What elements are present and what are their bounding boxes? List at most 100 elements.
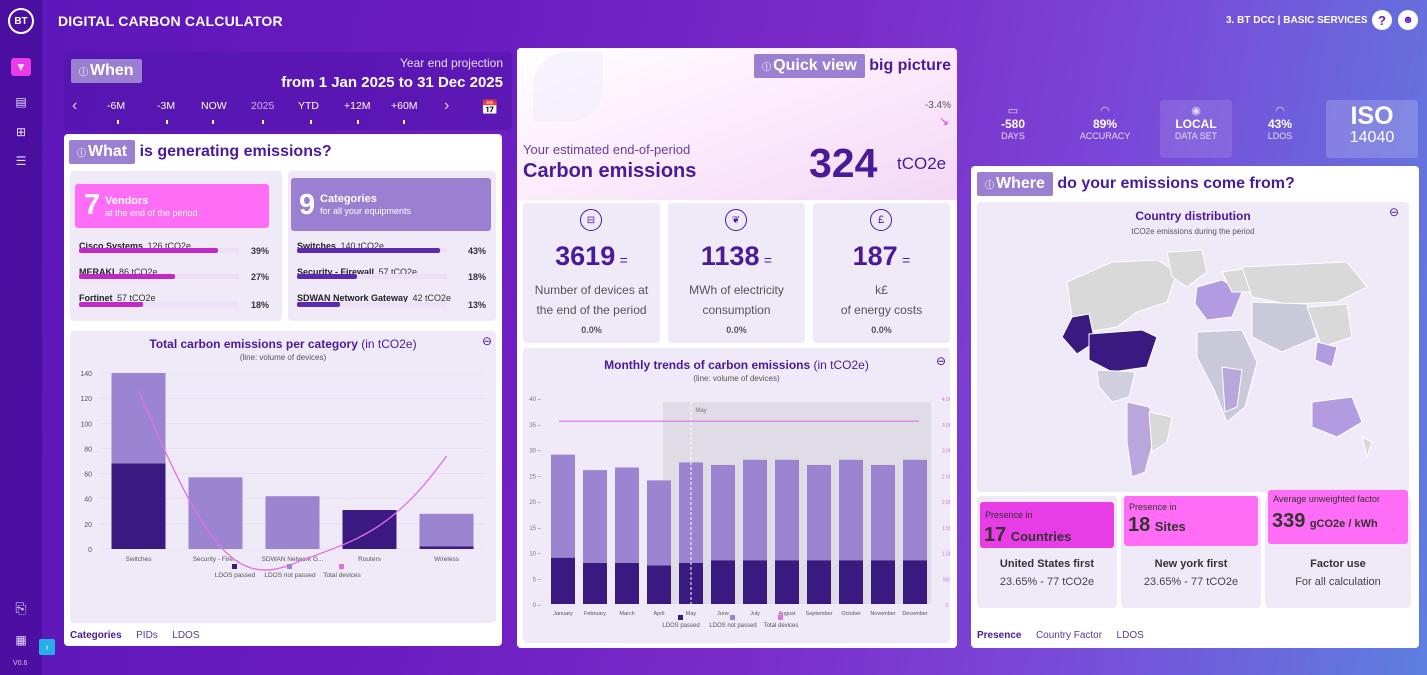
- categories-card[interactable]: 9 Categories for all your equipments Swi…: [288, 171, 496, 321]
- cost-label1: k£: [875, 283, 888, 297]
- timeline-prev-button[interactable]: ‹: [72, 97, 77, 115]
- tab-presence[interactable]: Presence: [977, 630, 1021, 641]
- expand-sidebar-button[interactable]: ›: [39, 639, 55, 655]
- electricity-change: 0.0%: [726, 325, 747, 335]
- emissions-unit: tCO2e: [897, 154, 947, 173]
- timeline-item-active[interactable]: 2025: [251, 100, 274, 112]
- more-options-icon[interactable]: ⊖: [936, 354, 946, 368]
- vendor-pct: 27%: [251, 272, 270, 282]
- timeline-item[interactable]: -6M: [107, 100, 125, 112]
- y2-tick-label: 0: [946, 603, 949, 609]
- category-pct: 43%: [468, 246, 487, 256]
- cost-label2: of energy costs: [840, 303, 923, 317]
- analytics-icon[interactable]: ⊞: [13, 124, 29, 140]
- what-chip: ⓘ What: [69, 140, 136, 164]
- legend-label: Total devices: [764, 623, 799, 629]
- days-stat: ▭ -580 DAYS: [996, 104, 1030, 141]
- tab-ldos[interactable]: LDOS: [172, 630, 199, 641]
- countries-card[interactable]: Presence in 17 Countries United States f…: [977, 496, 1117, 608]
- chart-icon[interactable]: ▤: [13, 94, 29, 110]
- countries-top: Presence in: [985, 510, 1033, 520]
- leaf-decoration-icon: [533, 52, 603, 122]
- account-selector[interactable]: 3. BT DCC | BASIC SERVICES ▾: [1226, 15, 1381, 26]
- more-options-icon[interactable]: ⊖: [482, 334, 492, 348]
- y-tick-label: 30 –: [529, 449, 541, 455]
- legend-swatch: [730, 615, 735, 620]
- vendors-header: 7 Vendors at the end of the period: [75, 184, 269, 228]
- tab-pids[interactable]: PIDs: [136, 630, 158, 641]
- bar-ldos-not-passed: [111, 373, 166, 464]
- timeline-tick: [262, 120, 264, 124]
- date-range: from 1 Jan 2025 to 31 Dec 2025: [281, 74, 503, 91]
- device-icon: ⊟: [580, 209, 602, 231]
- timeline-item[interactable]: -3M: [157, 100, 175, 112]
- apps-icon[interactable]: ▦: [13, 632, 29, 648]
- legend-swatch: [778, 615, 783, 620]
- export-icon[interactable]: ⎘: [13, 600, 29, 616]
- bar-ldos-passed: [419, 546, 474, 549]
- gauge-icon: ◠: [1275, 105, 1285, 117]
- y2-tick-label: 2.0K: [942, 500, 950, 506]
- toggle-icon: ◉: [1191, 105, 1201, 117]
- bar-ldos-not-passed: [419, 513, 474, 547]
- x-tick-label: September: [806, 611, 833, 617]
- help-icon[interactable]: ?: [1372, 10, 1392, 30]
- timeline-item[interactable]: +12M: [344, 100, 371, 112]
- tab-ldos[interactable]: LDOS: [1117, 630, 1144, 641]
- where-title: do your emissions come from?: [1057, 175, 1295, 192]
- vendors-card[interactable]: 7 Vendors at the end of the period Cisco…: [70, 171, 282, 321]
- monthly-chart: 0 – 0 5 – 500 10 – 1.0K 15 – 1.5K 20 – 2.0K 25 – 2.…: [529, 397, 950, 629]
- timeline-next-button[interactable]: ›: [444, 97, 449, 115]
- timeline-item[interactable]: +60M: [391, 100, 418, 112]
- bar-ldos-passed: [807, 560, 831, 604]
- electricity-card[interactable]: ❦ 1138 = MWh of electricity consumption …: [668, 203, 805, 343]
- filter-icon[interactable]: ▼: [11, 58, 31, 76]
- tab-country-factor[interactable]: Country Factor: [1036, 630, 1102, 641]
- info-icon: ⓘ: [77, 148, 87, 158]
- world-map[interactable]: [1017, 242, 1377, 487]
- y-tick-label: 0 –: [533, 603, 542, 609]
- cost-change: 0.0%: [871, 325, 892, 335]
- when-chip: ⓘ When: [71, 59, 142, 83]
- days-label: DAYS: [1001, 131, 1025, 141]
- app-title: DIGITAL CARBON CALCULATOR: [58, 13, 283, 29]
- ldos-stat: ◠ 43% LDOS: [1255, 104, 1305, 141]
- category-bar: [297, 274, 447, 279]
- countries-first-value: 23.65% - 77 tCO2e: [999, 576, 1095, 588]
- x-tick-label: June: [717, 611, 729, 617]
- countries-first: United States first: [999, 558, 1095, 570]
- timeline-item[interactable]: YTD: [298, 100, 319, 112]
- accuracy-value: 89%: [1092, 117, 1118, 131]
- categories-header: 9 Categories for all your equipments: [291, 178, 491, 231]
- x-tick-label: Routers: [358, 556, 382, 563]
- dataset-value: LOCAL: [1175, 117, 1217, 131]
- y-tick-label: 40: [84, 497, 92, 504]
- list-icon[interactable]: ☰: [13, 153, 29, 169]
- y-tick-label: 80: [84, 446, 92, 453]
- timeline-item[interactable]: NOW: [201, 100, 227, 112]
- vendor-bar: [79, 248, 239, 253]
- energy-cost-card[interactable]: £ 187 = k£ of energy costs 0.0%: [813, 203, 950, 343]
- y-tick-label: 100: [80, 421, 92, 428]
- factor-card[interactable]: Average unweighted factor 339 gCO2e / kW…: [1265, 490, 1411, 608]
- devices-card[interactable]: ⊟ 3619 = Number of devices at the end of…: [523, 203, 660, 343]
- x-tick-label: February: [584, 611, 606, 617]
- calendar-icon[interactable]: 📅: [481, 99, 498, 116]
- more-options-icon[interactable]: ⊖: [1389, 205, 1399, 219]
- dataset-stat[interactable]: ◉ LOCAL DATA SET: [1160, 100, 1232, 158]
- gauge-icon: ◠: [1100, 105, 1110, 117]
- vendor-pct: 18%: [251, 300, 270, 310]
- tab-categories[interactable]: Categories: [70, 630, 122, 641]
- vendor-bar: [79, 302, 239, 307]
- bar-ldos-not-passed: [807, 464, 831, 561]
- trend-delta: -3.4%: [924, 100, 951, 111]
- monthly-chart-title-row: Monthly trends of carbon emissions (in t…: [523, 358, 950, 372]
- user-avatar[interactable]: ☻: [1398, 10, 1418, 30]
- quick-chip: ⓘ Quick view: [754, 54, 865, 78]
- countries-unit: Countries: [1010, 529, 1072, 544]
- map-card: Country distribution tCO2e emissions dur…: [977, 202, 1409, 492]
- bar-ldos-passed: [111, 463, 166, 549]
- bar-ldos-passed: [871, 560, 895, 604]
- bar-ldos-passed: [743, 560, 767, 604]
- sites-card[interactable]: Presence in 18 Sites New york first 23.6…: [1121, 496, 1261, 608]
